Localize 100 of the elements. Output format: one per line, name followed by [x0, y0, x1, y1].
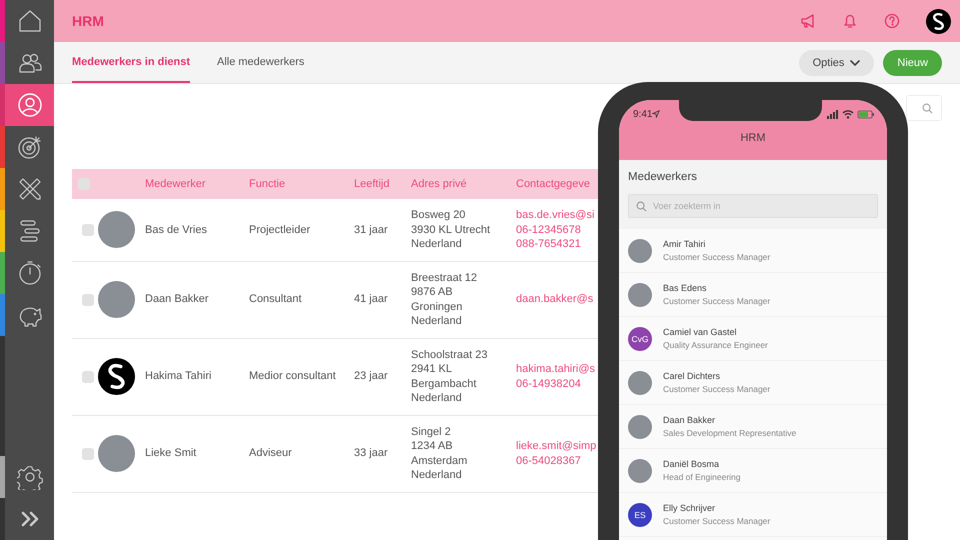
address-line: 2941 KL [411, 362, 453, 376]
contact-link[interactable]: bas.de.vries@si [516, 208, 598, 222]
settings-icon [16, 464, 42, 490]
employee-list-item[interactable]: Amir Tahiri Customer Success Manager [619, 229, 887, 273]
employee-name: Bas Edens [663, 283, 708, 293]
employee-name: Bas de Vries [145, 222, 208, 237]
tab[interactable]: Medewerkers in dienst [72, 42, 190, 83]
address-line: Groningen [411, 300, 464, 314]
job-title: Consultant [249, 292, 303, 307]
column-header: Functie [249, 178, 286, 190]
contact-link[interactable]: 06-14938204 [516, 376, 598, 391]
employee-name: Camiel van Gastel [663, 327, 738, 337]
column-header: Adres privé [411, 178, 467, 190]
job-title: Customer Success Manager [663, 384, 770, 394]
logo-avatar [98, 358, 135, 395]
home-icon [16, 8, 42, 34]
job-title: Quality Assurance Engineer [663, 340, 768, 350]
address-line: 3930 KL Utrecht [411, 222, 492, 237]
age: 31 jaar [354, 222, 389, 237]
status-time: 9:41 [633, 108, 652, 120]
employee-name: Daan Bakker [663, 415, 716, 425]
job-title: Customer Success Manager [663, 516, 770, 526]
row-checkbox[interactable] [82, 224, 94, 236]
address-line: Schoolstraat 23 [411, 348, 488, 362]
address-line: 1234 AB [411, 439, 454, 454]
photo-placeholder [98, 211, 135, 248]
employee-name: Daniël Bosma [663, 459, 720, 469]
person-icon [16, 92, 42, 118]
employee-name: Hakima Tahiri [145, 369, 212, 384]
section-heading: Medewerkers [628, 171, 698, 183]
age: 41 jaar [354, 292, 389, 307]
photo-placeholder [98, 281, 135, 318]
options-button[interactable]: Opties [798, 50, 874, 76]
row-checkbox[interactable] [82, 294, 94, 306]
address-line: Bergambacht [411, 376, 478, 391]
column-header: Medewerker [145, 178, 206, 190]
photo-placeholder [628, 282, 652, 306]
search-icon [636, 200, 647, 212]
target-icon [16, 134, 42, 160]
employee-list-item[interactable]: Carel Dichters Customer Success Manager [619, 361, 887, 405]
address-line: Singel 2 [411, 424, 452, 439]
contact-link[interactable]: 088-7654321 [516, 237, 598, 252]
search-field[interactable]: Voer zoekterm in [628, 194, 878, 218]
employee-name: Elly Schrijver [663, 503, 716, 513]
address-line: 9876 AB [411, 285, 454, 300]
employee-name: Daan Bakker [145, 292, 210, 307]
contact-link[interactable]: 06-54028367 [516, 454, 598, 468]
sidebar-item[interactable] [0, 84, 54, 126]
bell-icon [842, 13, 858, 29]
column-header: Leeftijd [354, 178, 390, 190]
photo-placeholder [628, 414, 652, 438]
search-field[interactable] [906, 95, 942, 121]
job-title: Projectleider [249, 222, 312, 237]
new-button[interactable]: Nieuw [883, 50, 942, 76]
contact-link[interactable]: 06-12345678 [516, 222, 598, 237]
age: 23 jaar [354, 369, 389, 384]
search-icon [922, 102, 933, 114]
employee-list-item[interactable]: CvG Camiel van Gastel Quality Assurance Engineer [619, 317, 887, 361]
employee-name: Amir Tahiri [663, 239, 706, 249]
row-checkbox[interactable] [82, 370, 94, 382]
address-line: Breestraat 12 [411, 270, 478, 285]
job-title: Medior consultant [249, 369, 337, 384]
contact-link[interactable]: daan.bakker@s [516, 292, 598, 307]
job-title: Adviseur [249, 446, 293, 461]
contact-link[interactable]: hakima.tahiri@s [516, 362, 598, 376]
address-line: Nederland [411, 391, 463, 406]
job-title: Customer Success Manager [663, 296, 770, 306]
contact-link[interactable]: lieke.smit@simp [516, 439, 598, 454]
employee-name: Lieke Smit [145, 446, 198, 461]
photo-placeholder [628, 370, 652, 394]
age: 33 jaar [354, 446, 389, 461]
phone-title: HRM [739, 132, 767, 144]
stopwatch-icon [16, 260, 42, 286]
address-line: Nederland [411, 314, 463, 328]
location-arrow-icon [652, 110, 660, 118]
status-icons-drawing [827, 109, 875, 119]
address-line: Amsterdam [411, 454, 468, 468]
employee-list-item[interactable]: Bas Edens Customer Success Manager [619, 273, 887, 317]
employee-list-item[interactable]: Daniël Bosma Head of Engineering [619, 449, 887, 493]
tab[interactable]: Alle medewerkers [217, 42, 304, 83]
photo-placeholder [98, 435, 135, 472]
job-title: Customer Success Manager [663, 252, 770, 262]
photo-placeholder [628, 458, 652, 482]
help-icon [884, 13, 900, 29]
job-title: Sales Development Representative [663, 428, 796, 438]
address-line: Bosweg 20 [411, 208, 466, 222]
row-checkbox[interactable] [82, 448, 94, 460]
employee-list-item[interactable]: Daan Bakker Sales Development Representative [619, 405, 887, 449]
job-title: Head of Engineering [663, 472, 741, 482]
employee-list-item[interactable]: ES Elly Schrijver Customer Success Manager [619, 493, 887, 537]
photo-placeholder [628, 238, 652, 262]
column-header: Contactgegeve [516, 178, 590, 190]
address-line: Nederland [411, 468, 463, 482]
chevron-down-icon [850, 60, 860, 66]
pencil-ruler-icon [16, 176, 42, 202]
logo-avatar [926, 8, 951, 34]
address-line: Nederland [411, 237, 463, 252]
employee-name: Carel Dichters [663, 371, 722, 381]
initials-avatar: CvG [628, 326, 652, 350]
app-title: HRM [72, 13, 105, 29]
